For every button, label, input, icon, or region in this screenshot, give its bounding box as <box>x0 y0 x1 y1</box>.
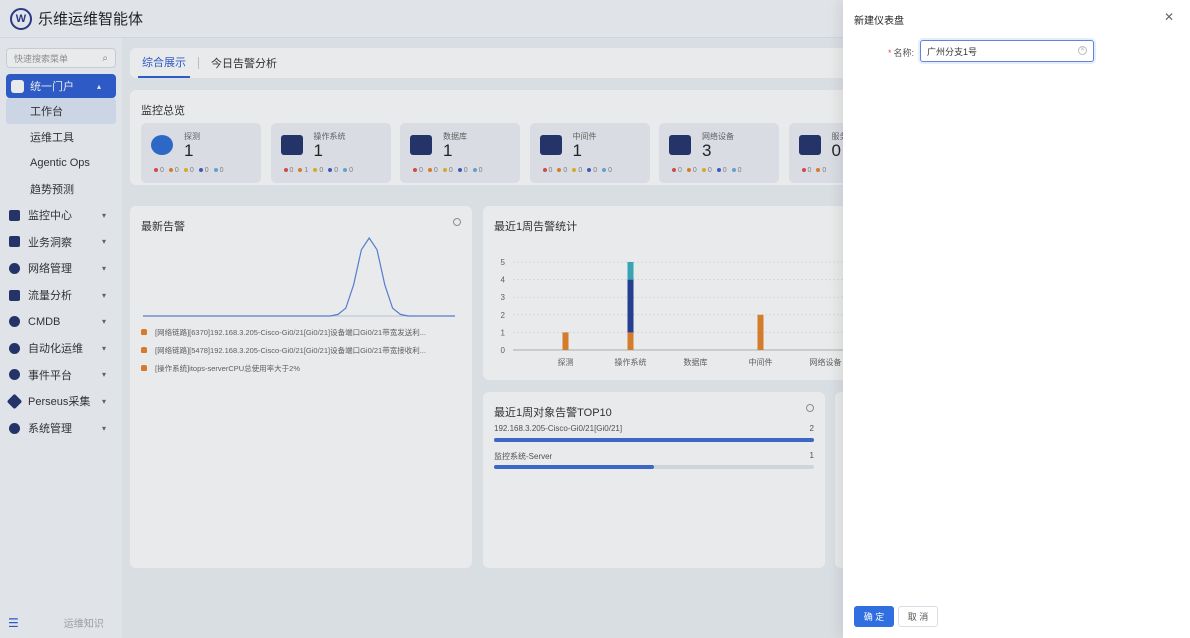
new-dashboard-drawer: 新建仪表盘 ✕ *名称: ✕ 确 定 取 消 <box>843 0 1190 638</box>
drawer-title: 新建仪表盘 <box>854 16 904 27</box>
cancel-button[interactable]: 取 消 <box>898 606 938 627</box>
clear-input-icon[interactable]: ✕ <box>1078 46 1087 55</box>
close-icon[interactable]: ✕ <box>1164 10 1174 24</box>
required-mark: * <box>888 48 892 58</box>
name-label-text: 名称: <box>893 48 915 58</box>
confirm-button[interactable]: 确 定 <box>854 606 894 627</box>
dashboard-name-input[interactable] <box>920 40 1094 62</box>
name-label: * 名称: <box>888 46 914 59</box>
